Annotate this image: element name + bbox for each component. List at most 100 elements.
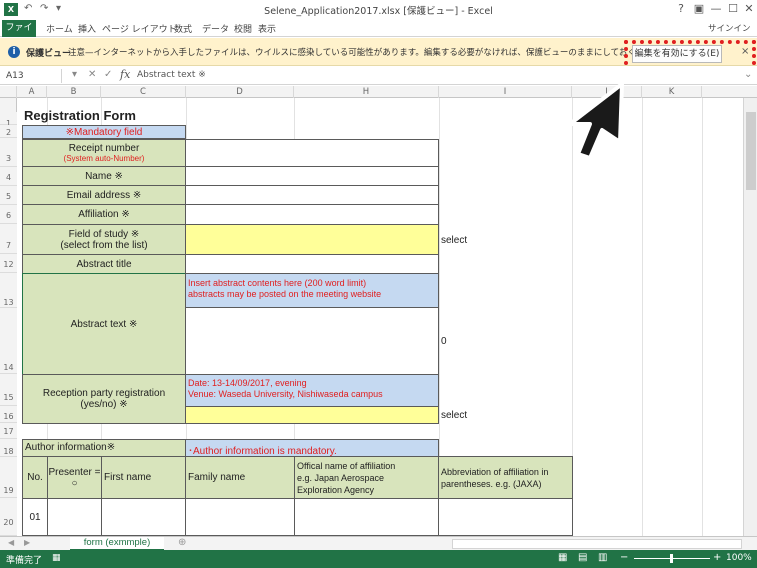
column-header-a[interactable]: A xyxy=(17,86,47,98)
author-affiliation-cell[interactable] xyxy=(294,498,439,536)
hdr-abbreviation-example: parentheses. e.g. (JAXA) xyxy=(441,479,542,489)
add-sheet-icon[interactable]: ⊕ xyxy=(178,537,186,548)
abstract-text-label[interactable]: Abstract text ※ xyxy=(22,273,186,375)
form-title: Registration Form xyxy=(24,108,136,123)
enter-icon[interactable]: ✓ xyxy=(104,69,112,80)
column-header-d[interactable]: D xyxy=(186,86,294,98)
reception-select-cell[interactable] xyxy=(185,406,439,424)
sheet-tab-form[interactable]: form (exmmple) xyxy=(70,537,164,551)
column-header-k[interactable]: K xyxy=(642,86,702,98)
gridline xyxy=(702,98,703,536)
tab-home[interactable]: ホーム xyxy=(44,22,75,35)
window-title: Selene_Application2017.xlsx [保護ビュー] - Ex… xyxy=(264,6,493,17)
row-header[interactable]: 1 xyxy=(0,112,17,128)
abstract-text-cell[interactable] xyxy=(185,307,439,375)
reception-venue: Venue: Waseda University, Nishiwaseda ca… xyxy=(188,389,383,399)
insert-function-icon[interactable]: fx xyxy=(120,68,130,81)
receipt-number-cell[interactable] xyxy=(185,139,439,167)
row-header[interactable]: 19 xyxy=(0,457,17,498)
vertical-scrollbar[interactable] xyxy=(743,98,757,536)
maximize-button[interactable]: ☐ xyxy=(726,2,740,15)
zoom-in-icon[interactable]: + xyxy=(713,552,721,563)
row-header[interactable]: 3 xyxy=(0,138,17,167)
tab-page-layout[interactable]: ページ レイアウト xyxy=(100,22,179,35)
protected-view-title: 保護ビュー xyxy=(26,49,72,59)
row-header[interactable]: 16 xyxy=(0,406,17,423)
next-sheet-icon[interactable]: ▶ xyxy=(24,538,30,547)
tab-file[interactable]: ファイル xyxy=(2,20,36,50)
mandatory-field-label: ※Mandatory field xyxy=(22,125,186,139)
hdr-presenter-cell: Presenter = ○ xyxy=(47,456,102,499)
sheet-tab-bar: ◀ ▶ form (exmmple) ⊕ xyxy=(0,536,757,551)
horizontal-scrollbar[interactable] xyxy=(452,539,742,549)
affiliation-cell[interactable] xyxy=(185,204,439,225)
cancel-icon[interactable]: ✕ xyxy=(88,69,96,80)
tab-formulas[interactable]: 数式 xyxy=(172,22,194,35)
column-header-c[interactable]: C xyxy=(101,86,186,98)
row-header[interactable]: 17 xyxy=(0,423,17,439)
receipt-label-cell: Receipt number (System auto-Number) xyxy=(22,139,186,167)
page-break-view-icon[interactable]: ▥ xyxy=(598,552,607,563)
hdr-abbreviation-cell: Abbreviation of affiliation in parenthes… xyxy=(438,456,573,499)
expand-formula-icon[interactable]: ⌄ xyxy=(744,69,752,80)
prev-sheet-icon[interactable]: ◀ xyxy=(8,538,14,547)
author-first-name-cell[interactable] xyxy=(101,498,186,536)
row-header[interactable]: 4 xyxy=(0,167,17,186)
name-cell[interactable] xyxy=(185,166,439,186)
row-header[interactable]: 15 xyxy=(0,374,17,406)
hdr-affiliation-example: e.g. Japan Aerospace xyxy=(297,473,385,483)
name-box[interactable]: A13 xyxy=(2,69,62,83)
ribbon-display-button[interactable]: ▣ xyxy=(692,2,706,15)
hdr-first-name: First name xyxy=(101,456,186,499)
row-header[interactable]: 18 xyxy=(0,439,17,457)
namebox-dropdown-icon[interactable]: ▾ xyxy=(72,69,77,80)
reception-label-hint: (yes/no) ※ xyxy=(80,399,128,410)
row-header[interactable]: 6 xyxy=(0,205,17,224)
scrollbar-thumb[interactable] xyxy=(746,112,756,190)
normal-view-icon[interactable]: ▦ xyxy=(558,552,567,563)
receipt-label: Receipt number xyxy=(68,143,140,154)
email-cell[interactable] xyxy=(185,185,439,205)
column-header-h[interactable]: H xyxy=(294,86,439,98)
column-header-i[interactable]: I xyxy=(439,86,572,98)
tab-review[interactable]: 校閲 xyxy=(232,22,254,35)
tab-view[interactable]: 表示 xyxy=(256,22,278,35)
column-header-b[interactable]: B xyxy=(47,86,101,98)
zoom-slider-thumb[interactable] xyxy=(670,554,673,563)
formula-input[interactable]: Abstract text ※ xyxy=(137,70,206,80)
signin-link[interactable]: サインイン xyxy=(706,22,753,34)
abstract-note-cell: Insert abstract contents here (200 word … xyxy=(185,273,439,308)
receipt-note: (System auto-Number) xyxy=(63,154,145,163)
reception-select: select xyxy=(441,410,468,421)
reception-label: Reception party registration xyxy=(42,388,166,399)
row-header[interactable]: 14 xyxy=(0,308,17,374)
zoom-out-icon[interactable]: − xyxy=(620,552,628,563)
row-header[interactable]: 20 xyxy=(0,498,17,536)
row-header[interactable]: 12 xyxy=(0,254,17,273)
author-presenter-cell[interactable] xyxy=(47,498,102,536)
column-headers: A B C D H I J K xyxy=(0,86,757,98)
select-all-corner[interactable] xyxy=(0,86,17,98)
zoom-level[interactable]: 100% xyxy=(726,553,752,563)
minimize-button[interactable]: — xyxy=(709,2,723,15)
page-layout-view-icon[interactable]: ▤ xyxy=(578,552,587,563)
help-button[interactable]: ? xyxy=(674,2,688,15)
name-label: Name ※ xyxy=(22,166,186,186)
author-mandatory-note: ･Author information is mandatory. xyxy=(185,439,439,457)
row-header[interactable]: 13 xyxy=(0,273,17,308)
field-of-study-cell[interactable] xyxy=(185,224,439,255)
hdr-affiliation: Offical name of affiliation xyxy=(297,461,396,471)
row-header[interactable]: 7 xyxy=(0,224,17,254)
tab-data[interactable]: データ xyxy=(200,22,231,35)
author-abbreviation-cell[interactable] xyxy=(438,498,573,536)
reception-info-cell: Date: 13-14/09/2017, evening Venue: Wase… xyxy=(185,374,439,407)
status-ready: 準備完了 xyxy=(6,556,43,566)
row-header[interactable]: 2 xyxy=(0,125,17,138)
close-window-button[interactable]: ✕ xyxy=(742,2,756,15)
author-family-name-cell[interactable] xyxy=(185,498,295,536)
tab-insert[interactable]: 挿入 xyxy=(76,22,98,35)
macro-record-icon[interactable]: ▦ xyxy=(52,553,61,563)
abstract-title-cell[interactable] xyxy=(185,254,439,274)
row-header[interactable]: 5 xyxy=(0,186,17,205)
affiliation-label: Affiliation ※ xyxy=(22,204,186,225)
